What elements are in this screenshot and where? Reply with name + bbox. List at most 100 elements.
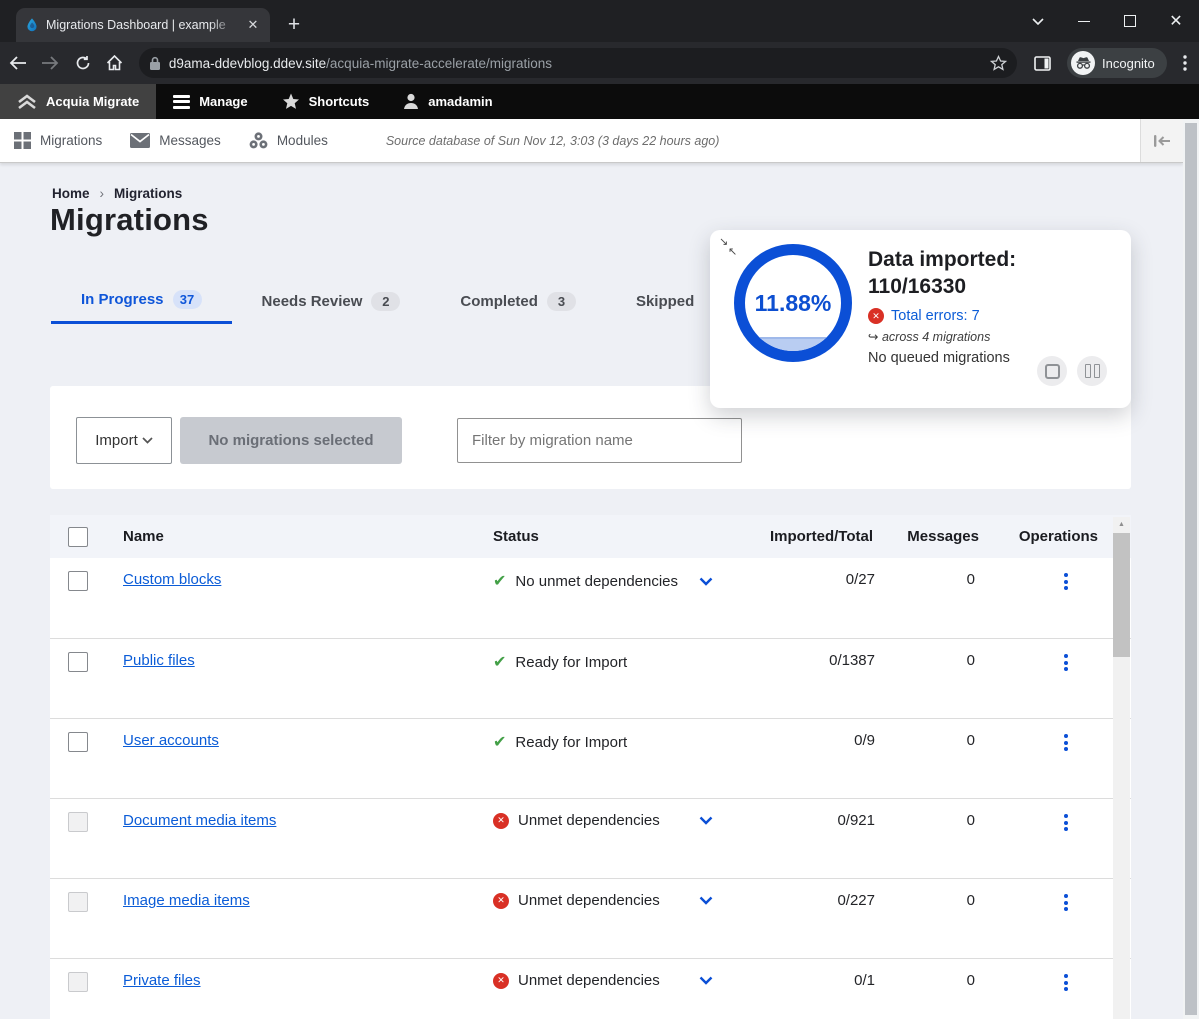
toolbar-item-manage[interactable]: Manage: [156, 84, 264, 119]
lock-icon: [149, 56, 161, 71]
queued-migrations-note: No queued migrations: [868, 350, 1016, 366]
row-checkbox: [68, 892, 88, 912]
breadcrumb-home-link[interactable]: Home: [52, 186, 90, 201]
stop-import-button[interactable]: [1037, 356, 1067, 386]
browser-menu-icon[interactable]: [1171, 46, 1199, 80]
toolbar-item-user[interactable]: amadamin: [386, 84, 509, 119]
tab-label: In Progress: [81, 291, 164, 308]
name-cell: Document media items: [110, 812, 465, 829]
table-scrollbar[interactable]: ▲: [1113, 517, 1130, 1019]
imported-total-value: 0/1: [725, 972, 875, 989]
data-imported-heading: Data imported:: [868, 246, 1016, 273]
filter-migrations-input[interactable]: [457, 418, 742, 463]
name-cell: User accounts: [110, 732, 465, 749]
migrations-table: Name Status Imported/Total Messages Oper…: [50, 515, 1131, 1019]
row-checkbox: [68, 812, 88, 832]
status-error-icon: ✕: [493, 893, 509, 909]
page-scrollbar-thumb[interactable]: [1185, 123, 1197, 1015]
chevron-down-icon: [142, 437, 153, 444]
toolbar-item-acquia-migrate[interactable]: Acquia Migrate: [0, 84, 156, 119]
collapse-card-icon[interactable]: ↘↖: [719, 237, 737, 257]
window-minimize-button[interactable]: [1061, 0, 1107, 42]
tab-needs-review[interactable]: Needs Review2: [232, 278, 431, 324]
migration-name-link[interactable]: User accounts: [123, 732, 219, 749]
status-cell: ✕Unmet dependencies: [465, 972, 725, 989]
star-icon: [282, 93, 300, 110]
url-text: d9ama-ddevblog.ddev.site/acquia-migrate-…: [169, 56, 990, 71]
imported-total-value: 0/227: [725, 892, 875, 909]
status-expand-chevron-icon[interactable]: [699, 577, 713, 586]
breadcrumb-separator: ›: [100, 186, 105, 201]
user-icon: [403, 93, 419, 110]
tab-skipped[interactable]: Skipped: [606, 278, 724, 324]
name-cell: Private files: [110, 972, 465, 989]
tab-close-icon[interactable]: ✕: [244, 16, 262, 34]
bookmark-star-icon[interactable]: [990, 55, 1007, 71]
no-migrations-selected-button: No migrations selected: [180, 417, 402, 464]
tab-label: Skipped: [636, 293, 694, 310]
table-row: User accounts✔Ready for Import0/90: [50, 718, 1131, 798]
window-close-button[interactable]: ✕: [1153, 0, 1199, 42]
subbar-item-label: Messages: [159, 133, 221, 148]
status-tabs: In Progress37Needs Review2Completed3 Skip…: [51, 278, 724, 324]
migration-name-link[interactable]: Image media items: [123, 892, 250, 909]
migration-name-link[interactable]: Public files: [123, 652, 195, 669]
back-button[interactable]: [4, 46, 32, 80]
forward-button[interactable]: [36, 46, 64, 80]
page-scrollbar[interactable]: [1183, 119, 1199, 1019]
row-operations-menu-icon[interactable]: [1062, 571, 1070, 592]
subbar-item-migrations[interactable]: Migrations: [0, 132, 116, 149]
table-scrollbar-thumb[interactable]: [1113, 533, 1130, 657]
tab-in-progress[interactable]: In Progress37: [51, 278, 232, 324]
row-operations-menu-icon[interactable]: [1062, 652, 1070, 673]
stop-icon: [1045, 364, 1060, 379]
messages-count: 0: [875, 732, 981, 749]
table-row: Public files✔Ready for Import0/13870: [50, 638, 1131, 718]
admin-toolbar: Acquia Migrate Manage Shortcuts amadamin: [0, 84, 1199, 119]
chevrons-up-icon: [17, 94, 37, 110]
migration-name-link[interactable]: Custom blocks: [123, 571, 221, 588]
row-operations-menu-icon[interactable]: [1062, 812, 1070, 833]
row-operations-menu-icon[interactable]: [1062, 732, 1070, 753]
row-checkbox[interactable]: [68, 652, 88, 672]
select-all-checkbox[interactable]: [68, 527, 88, 547]
toolbar-item-shortcuts[interactable]: Shortcuts: [265, 84, 387, 119]
home-button[interactable]: [101, 46, 129, 80]
pause-import-button[interactable]: [1077, 356, 1107, 386]
toolbar-item-label: Acquia Migrate: [46, 94, 139, 109]
scroll-up-arrow-icon[interactable]: ▲: [1113, 517, 1130, 531]
data-imported-count: 110/16330: [868, 273, 1016, 300]
browser-titlebar: Migrations Dashboard | example ✕ + ✕: [0, 0, 1199, 42]
browser-tab[interactable]: Migrations Dashboard | example ✕: [16, 8, 270, 42]
import-dropdown-button[interactable]: Import: [76, 417, 172, 464]
toolbar-collapse-button[interactable]: [1140, 119, 1183, 162]
row-checkbox[interactable]: [68, 732, 88, 752]
tab-search-chevron-icon[interactable]: [1015, 0, 1061, 42]
incognito-badge: Incognito: [1067, 48, 1167, 78]
tab-completed[interactable]: Completed3: [430, 278, 606, 324]
status-ok-icon: ✔: [493, 732, 506, 752]
column-header-status: Status: [465, 528, 725, 545]
row-checkbox[interactable]: [68, 571, 88, 591]
row-operations-menu-icon[interactable]: [1062, 972, 1070, 993]
status-expand-chevron-icon[interactable]: [699, 816, 713, 825]
table-row: Document media items✕Unmet dependencies0…: [50, 798, 1131, 878]
page-title: Migrations: [50, 202, 209, 238]
status-expand-chevron-icon[interactable]: [699, 976, 713, 985]
reload-button[interactable]: [68, 46, 96, 80]
new-tab-button[interactable]: +: [280, 11, 308, 39]
total-errors-link[interactable]: Total errors: 7: [891, 308, 980, 324]
drupal-logo-icon: [24, 17, 40, 33]
imported-total-value: 0/1387: [725, 652, 875, 669]
url-bar[interactable]: d9ama-ddevblog.ddev.site/acquia-migrate-…: [139, 48, 1017, 78]
column-header-imported: Imported/Total: [725, 528, 875, 545]
row-operations-menu-icon[interactable]: [1062, 892, 1070, 913]
subbar-item-modules[interactable]: Modules: [235, 132, 342, 149]
subbar-item-messages[interactable]: Messages: [116, 133, 235, 148]
migration-name-link[interactable]: Document media items: [123, 812, 276, 829]
operations-cell: [981, 972, 1108, 993]
side-panel-icon[interactable]: [1029, 46, 1057, 80]
migration-name-link[interactable]: Private files: [123, 972, 201, 989]
status-expand-chevron-icon[interactable]: [699, 896, 713, 905]
window-maximize-button[interactable]: [1107, 0, 1153, 42]
